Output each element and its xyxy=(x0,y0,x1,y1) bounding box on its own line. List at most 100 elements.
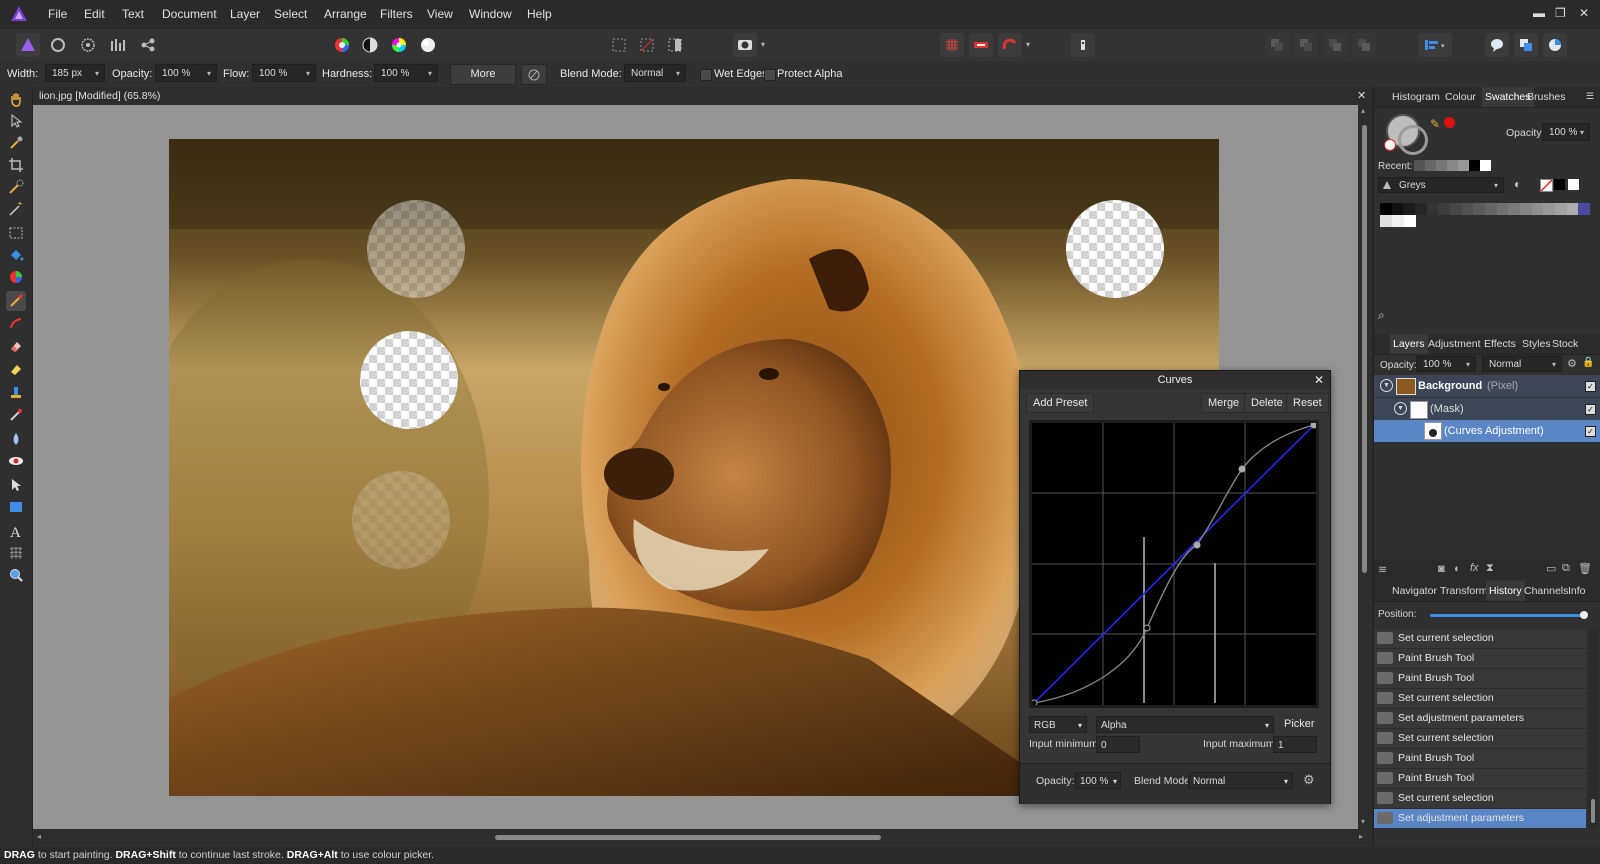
minimize-button[interactable]: ▬ xyxy=(1533,6,1545,20)
scroll-down-icon[interactable]: ▾ xyxy=(1361,817,1365,826)
scroll-left-icon[interactable]: ◂ xyxy=(37,832,41,841)
gear-icon[interactable]: ⚙ xyxy=(1567,357,1577,370)
arrange-back-button[interactable] xyxy=(1265,33,1289,57)
align-button[interactable]: ▾ xyxy=(1418,33,1452,57)
red-eye-tool[interactable] xyxy=(6,451,26,471)
search-icon[interactable]: ⌕ xyxy=(1378,308,1385,323)
close-window-button[interactable]: ✕ xyxy=(1579,6,1589,20)
menu-document[interactable]: Document xyxy=(162,7,217,21)
history-item[interactable]: Set current selection xyxy=(1374,689,1586,709)
layer-visibility-checkbox[interactable]: ✓ xyxy=(1585,404,1596,415)
curve-point[interactable] xyxy=(1310,421,1318,429)
flood-fill-tool[interactable] xyxy=(6,245,26,265)
swatch[interactable] xyxy=(1450,203,1462,215)
reset-button[interactable]: Reset xyxy=(1286,393,1329,413)
tab-stock[interactable]: Stock xyxy=(1552,338,1578,350)
layer-blend-select[interactable]: Normal ▾ xyxy=(1482,356,1562,372)
history-item[interactable]: Set current selection xyxy=(1374,629,1586,649)
wet-edges-checkbox[interactable] xyxy=(700,69,712,81)
secondary-colour-well[interactable] xyxy=(1398,125,1428,155)
swatch[interactable] xyxy=(1391,203,1404,215)
new-layer-icon[interactable]: ⧉ xyxy=(1562,562,1570,575)
layer-visibility-checkbox[interactable]: ✓ xyxy=(1585,426,1596,437)
swatch[interactable] xyxy=(1392,215,1404,227)
auto-colour-button[interactable] xyxy=(387,33,411,57)
no-colour-icon[interactable] xyxy=(1384,139,1396,151)
history-item[interactable]: Paint Brush Tool xyxy=(1374,769,1586,789)
hardness-field[interactable]: 100 % ▾ xyxy=(374,64,438,82)
menu-window[interactable]: Window xyxy=(469,7,512,21)
view-tool[interactable] xyxy=(6,89,26,109)
swatch[interactable] xyxy=(1566,203,1579,215)
horizontal-scrollbar[interactable]: ◂ ▸ xyxy=(33,829,1372,847)
history-item[interactable]: Set adjustment parameters xyxy=(1374,709,1586,729)
recent-swatch[interactable] xyxy=(1447,160,1458,171)
dodge-tool[interactable] xyxy=(6,359,26,379)
fx-icon[interactable]: fx xyxy=(1470,562,1479,574)
swatch[interactable] xyxy=(1461,203,1474,215)
move-tool[interactable] xyxy=(6,111,26,131)
tab-channels[interactable]: Channels xyxy=(1524,585,1568,597)
gradient-tool[interactable] xyxy=(6,267,26,287)
layer-row-curves-adjustment[interactable]: (Curves Adjustment) ✓ xyxy=(1374,420,1600,442)
swatch[interactable] xyxy=(1426,203,1439,215)
selection-brush-tool[interactable] xyxy=(6,177,26,197)
horizontal-scroll-thumb[interactable] xyxy=(495,835,881,840)
palette-select[interactable]: Greys ▾ xyxy=(1378,177,1504,193)
recent-swatch[interactable] xyxy=(1436,160,1447,171)
history-scroll-thumb[interactable] xyxy=(1591,799,1595,823)
persona-liquify-button[interactable] xyxy=(46,33,70,57)
white-swatch[interactable] xyxy=(1568,179,1579,190)
persona-tonemap-button[interactable] xyxy=(106,33,130,57)
swatch[interactable] xyxy=(1531,203,1544,215)
flood-select-tool[interactable] xyxy=(6,199,26,219)
swatch[interactable] xyxy=(1438,203,1451,215)
recent-swatch[interactable] xyxy=(1458,160,1469,171)
folder-icon[interactable]: ▭ xyxy=(1546,562,1556,575)
picker-button[interactable]: Picker xyxy=(1284,718,1315,730)
deselect-button[interactable] xyxy=(635,33,659,57)
history-item[interactable]: Paint Brush Tool xyxy=(1374,749,1586,769)
auto-contrast-button[interactable] xyxy=(358,33,382,57)
menu-layer[interactable]: Layer xyxy=(230,7,260,21)
mask-icon[interactable]: ◙ xyxy=(1438,563,1445,575)
vertical-scrollbar[interactable]: ▴ ▾ xyxy=(1358,105,1372,829)
close-document-button[interactable]: ✕ xyxy=(1357,89,1366,102)
curve-point[interactable] xyxy=(1143,624,1151,632)
swatch[interactable] xyxy=(1508,203,1521,215)
palette-options-icon[interactable]: ◐ xyxy=(1514,177,1521,191)
menu-file[interactable]: File xyxy=(48,7,67,21)
lock-icon[interactable]: 🔒 xyxy=(1582,357,1594,368)
history-position-slider[interactable] xyxy=(1430,614,1586,617)
curves-blend-select[interactable]: Normal ▾ xyxy=(1188,772,1293,789)
layer-stack-icon[interactable]: ≋ xyxy=(1378,563,1387,576)
persona-develop-button[interactable] xyxy=(76,33,100,57)
tab-styles[interactable]: Styles xyxy=(1522,338,1551,350)
input-minimum-field[interactable]: 0 xyxy=(1096,736,1140,753)
boolean-subtract-button[interactable] xyxy=(1543,33,1567,57)
more-button[interactable]: More xyxy=(450,64,516,85)
swatch[interactable] xyxy=(1485,203,1497,215)
none-swatch[interactable] xyxy=(1540,179,1553,192)
document-title[interactable]: lion.jpg [Modified] (65.8%) xyxy=(39,90,160,102)
slider-handle[interactable] xyxy=(1580,611,1588,619)
menu-help[interactable]: Help xyxy=(527,7,552,21)
blend-mode-select[interactable]: Normal ▾ xyxy=(624,64,686,82)
layer-visibility-checkbox[interactable]: ✓ xyxy=(1585,381,1596,392)
vertical-scroll-thumb[interactable] xyxy=(1362,125,1367,573)
marquee-tool[interactable] xyxy=(6,223,26,243)
tab-colour[interactable]: Colour xyxy=(1445,91,1476,103)
clone-tool[interactable] xyxy=(6,382,26,402)
history-item[interactable]: Paint Brush Tool xyxy=(1374,649,1586,669)
blemish-tool[interactable] xyxy=(6,405,26,425)
menu-view[interactable]: View xyxy=(427,7,453,21)
add-preset-button[interactable]: Add Preset xyxy=(1026,393,1095,413)
pixel-tool[interactable] xyxy=(6,313,26,333)
red-colour-swatch[interactable] xyxy=(1444,117,1455,128)
swatch[interactable] xyxy=(1578,203,1591,215)
context-toolbar-toggle-button[interactable] xyxy=(1071,33,1095,57)
zoom-tool[interactable] xyxy=(6,565,26,585)
snapping-button[interactable] xyxy=(998,33,1022,57)
persona-photo-button[interactable] xyxy=(16,33,40,57)
merge-button[interactable]: Merge xyxy=(1201,393,1247,413)
